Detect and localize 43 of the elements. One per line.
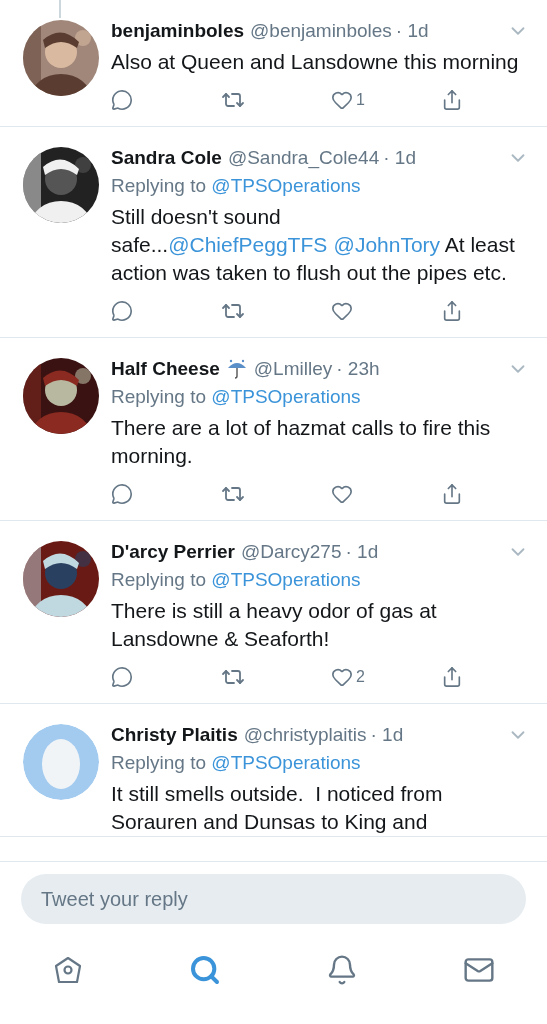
tweet-time: · 1d <box>383 147 416 169</box>
reply-input-field[interactable]: Tweet your reply <box>21 874 526 924</box>
tweet-text: Also at Queen and Lansdowne this morning <box>111 49 520 75</box>
user-name[interactable]: Sandra Cole <box>111 147 222 169</box>
tweet-text: It still smells outside. I noticed from Sorauren and Dunsas to King and <box>111 781 444 835</box>
tweet-time: · 23h <box>336 358 380 380</box>
mention-link[interactable]: @TPSOperations <box>211 569 361 590</box>
tweet-time: · 1d <box>395 20 429 42</box>
user-name[interactable]: benjaminboles <box>111 20 245 42</box>
share-button[interactable] <box>441 665 463 689</box>
tweet-time: · 1d <box>370 724 404 746</box>
share-button[interactable] <box>441 482 463 506</box>
like-button[interactable]: 2 <box>331 665 365 689</box>
thread-line <box>59 0 61 18</box>
user-handle: @Darcy275 <box>240 541 342 563</box>
mention-link[interactable]: @TPSOperations <box>211 752 361 773</box>
reply-button[interactable] <box>111 665 133 689</box>
reply-button[interactable] <box>111 299 133 323</box>
share-button[interactable] <box>441 88 463 112</box>
tweet-text: Still doesn't sound safe...@ChiefPeggTFS @JohnTory At least action was taken to flush out the pipes etc. <box>111 204 516 286</box>
tweet-text: There are a lot of hazmat calls to fire this morning. <box>111 415 492 469</box>
user-handle: @christyplaitis <box>243 724 367 746</box>
mention-link[interactable]: @TPSOperations <box>211 175 361 196</box>
search-icon <box>189 954 222 986</box>
share-button[interactable] <box>441 299 463 323</box>
mention-link[interactable]: @JohnTory <box>333 233 441 256</box>
user-handle: @Sandra_Cole44 <box>227 147 380 169</box>
user-name[interactable]: Half Cheese <box>111 358 220 380</box>
user-handle: @Lmilley <box>253 358 333 380</box>
user-handle: @benjaminboles <box>250 20 392 42</box>
replying-to-text: Replying to @TPSOperations <box>111 569 362 591</box>
user-name[interactable]: Christy Plaitis <box>111 724 238 746</box>
like-button[interactable]: 1 <box>331 88 365 112</box>
tweet-text: There is still a heavy odor of gas at Lansdowne & Seaforth! <box>111 598 438 652</box>
replying-to-text: Replying to @TPSOperations <box>111 175 362 197</box>
mention-link[interactable]: @ChiefPeggTFS <box>168 233 328 256</box>
mention-link[interactable]: @TPSOperations <box>211 386 361 407</box>
user-name[interactable]: D'arcy Perrier <box>111 541 235 563</box>
replying-to-text: Replying to @TPSOperations <box>111 386 362 408</box>
reply-button[interactable] <box>111 88 133 112</box>
replying-to-text: Replying to @TPSOperations <box>111 752 362 774</box>
tweet-time: · 1d <box>345 541 379 563</box>
reply-button[interactable] <box>111 482 133 506</box>
